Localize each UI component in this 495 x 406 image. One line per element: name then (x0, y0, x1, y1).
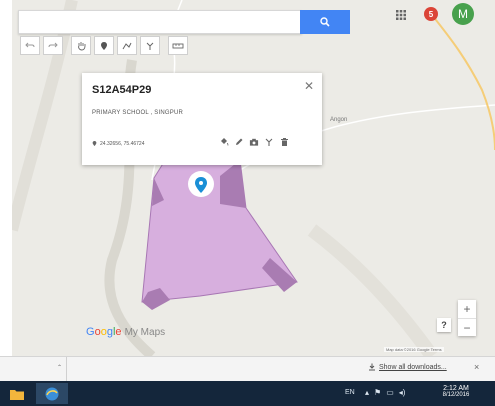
search-icon (320, 17, 330, 27)
directions-icon (265, 138, 273, 146)
info-card: S12A54P29 ✕ PRIMARY SCHOOL , SINGPUR 24.… (82, 73, 322, 165)
google-my-maps-logo: Google My Maps (86, 326, 165, 338)
pencil-icon (236, 138, 243, 145)
route-icon (146, 42, 154, 50)
terrain-ridge (12, 0, 78, 232)
directions-button[interactable] (140, 36, 160, 55)
grid-icon (396, 10, 406, 20)
speaker-icon[interactable]: ◂) (399, 388, 406, 397)
ruler-icon (172, 43, 184, 48)
card-coordinates: 24.32656, 75.46724 (92, 140, 145, 147)
map-canvas[interactable]: Angon 5 M S12A54P29 ✕ PRIMARY SCHOOL , S… (12, 0, 495, 356)
chevron-up-icon[interactable]: ⌃ (57, 364, 62, 371)
measure-button[interactable] (168, 36, 188, 55)
google-wordmark: Google (86, 326, 122, 338)
delete-button[interactable] (279, 136, 289, 147)
zoom-control: + − (458, 300, 476, 336)
show-all-downloads[interactable]: Show all downloads... (368, 363, 447, 371)
style-button[interactable] (219, 136, 229, 147)
screen: Angon 5 M S12A54P29 ✕ PRIMARY SCHOOL , S… (0, 0, 495, 406)
close-downloads-icon[interactable]: × (474, 362, 479, 372)
trash-icon (280, 137, 288, 146)
folder-icon (10, 389, 24, 400)
terrain-ridge (307, 224, 438, 356)
apps-button[interactable] (394, 8, 408, 22)
browser-icon (45, 387, 59, 400)
card-description: PRIMARY SCHOOL , SINGPUR (92, 110, 184, 116)
hand-icon (77, 41, 85, 50)
select-hand-button[interactable] (71, 36, 91, 55)
camera-icon (249, 138, 259, 146)
notifications-badge[interactable]: 5 (424, 7, 438, 21)
search-button[interactable] (300, 10, 350, 34)
help-button[interactable]: ? (437, 318, 451, 332)
map-toolbar (20, 36, 188, 55)
close-icon[interactable]: ✕ (304, 79, 314, 93)
pin-icon (92, 141, 97, 146)
edit-button[interactable] (234, 136, 244, 147)
download-item[interactable]: ⌃ (0, 357, 67, 382)
card-title: S12A54P29 (92, 84, 152, 96)
taskbar-browser[interactable] (36, 383, 68, 404)
undo-icon (25, 42, 35, 47)
draw-line-button[interactable] (117, 36, 137, 55)
network-icon[interactable]: ▭ (386, 388, 394, 397)
system-clock[interactable]: 2:12 AM 8/12/2016 (434, 385, 478, 398)
show-all-link[interactable]: Show all downloads... (379, 364, 447, 371)
download-icon (369, 363, 375, 371)
redo-button[interactable] (43, 36, 63, 55)
coordinates-text: 24.32656, 75.46724 (100, 140, 145, 147)
undo-button[interactable] (20, 36, 40, 55)
map-attribution: Map data ©2016 Google Terms (384, 347, 444, 352)
place-label: Angon (330, 117, 348, 123)
search-input[interactable] (19, 11, 301, 31)
clock-time: 2:12 AM (443, 385, 469, 392)
taskbar-file-explorer[interactable] (4, 383, 30, 404)
major-road (431, 14, 495, 151)
chevron-up-icon[interactable]: ▴ (365, 388, 369, 397)
avatar[interactable]: M (452, 3, 474, 25)
directions-to-button[interactable] (264, 136, 274, 147)
language-indicator[interactable]: EN (345, 389, 355, 396)
zoom-out-button[interactable]: − (458, 319, 476, 337)
logo-google: Google (86, 326, 122, 338)
add-marker-button[interactable] (94, 36, 114, 55)
marker-icon (101, 41, 107, 50)
clock-date: 8/12/2016 (442, 392, 470, 398)
flag-icon[interactable]: ⚑ (374, 388, 381, 397)
zoom-in-button[interactable]: + (458, 300, 476, 319)
location-pin-dot (199, 181, 203, 185)
logo-mymaps: My Maps (124, 327, 166, 338)
redo-icon (48, 42, 58, 47)
windows-taskbar: EN ▴ ⚑ ▭ ◂) 2:12 AM 8/12/2016 (0, 381, 495, 406)
paint-bucket-icon (221, 137, 229, 146)
card-actions (219, 136, 289, 147)
line-icon (122, 42, 132, 49)
add-photo-button[interactable] (249, 136, 259, 147)
system-tray: ▴ ⚑ ▭ ◂) (365, 388, 405, 397)
search-box (18, 10, 302, 34)
downloads-bar: ⌃ Show all downloads... × (0, 356, 495, 382)
